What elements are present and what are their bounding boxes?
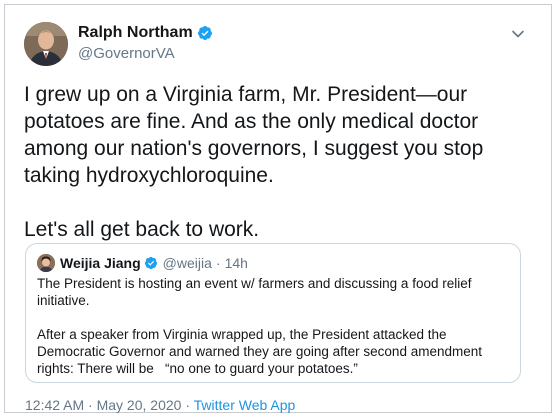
tweet-card: Ralph Northam @GovernorVA I grew up on a… — [4, 4, 552, 413]
tweet-timestamp[interactable]: 12:42 AM · May 20, 2020 — [25, 397, 181, 413]
quoted-tweet-header: Weijia Jiang @weijia · 14h — [37, 254, 248, 272]
meta-separator: · — [185, 397, 190, 413]
tweet-meta: 12:42 AM · May 20, 2020 · Twitter Web Ap… — [25, 397, 295, 413]
verified-badge-icon — [144, 256, 157, 270]
quoted-author-handle[interactable]: @weijia — [163, 255, 212, 271]
tweet-source-link[interactable]: Twitter Web App — [194, 397, 296, 413]
quoted-tweet-text: The President is hosting an event w/ far… — [37, 275, 515, 377]
author-avatar[interactable] — [24, 22, 68, 66]
quoted-paragraph: The President is hosting an event w/ far… — [37, 276, 472, 308]
tweet-text: I grew up on a Virginia farm, Mr. Presid… — [24, 81, 524, 243]
author-name-row: Ralph Northam — [78, 24, 213, 42]
quoted-author-avatar-image — [37, 254, 55, 272]
quoted-tweet[interactable]: Weijia Jiang @weijia · 14h The President… — [25, 243, 521, 383]
author-name[interactable]: Ralph Northam — [78, 24, 193, 42]
quoted-time[interactable]: 14h — [225, 255, 248, 271]
quoted-author-avatar[interactable] — [37, 254, 55, 272]
quoted-paragraph: After a speaker from Virginia wrapped up… — [37, 327, 482, 376]
author-handle[interactable]: @GovernorVA — [78, 45, 175, 62]
chevron-down-icon[interactable] — [511, 27, 525, 41]
quoted-author-name[interactable]: Weijia Jiang — [60, 255, 141, 271]
tweet-paragraph: I grew up on a Virginia farm, Mr. Presid… — [24, 83, 484, 187]
quoted-separator: · — [215, 255, 221, 271]
author-avatar-image — [24, 22, 68, 66]
verified-badge-icon — [197, 26, 212, 40]
tweet-paragraph: Let's all get back to work. — [24, 218, 260, 241]
